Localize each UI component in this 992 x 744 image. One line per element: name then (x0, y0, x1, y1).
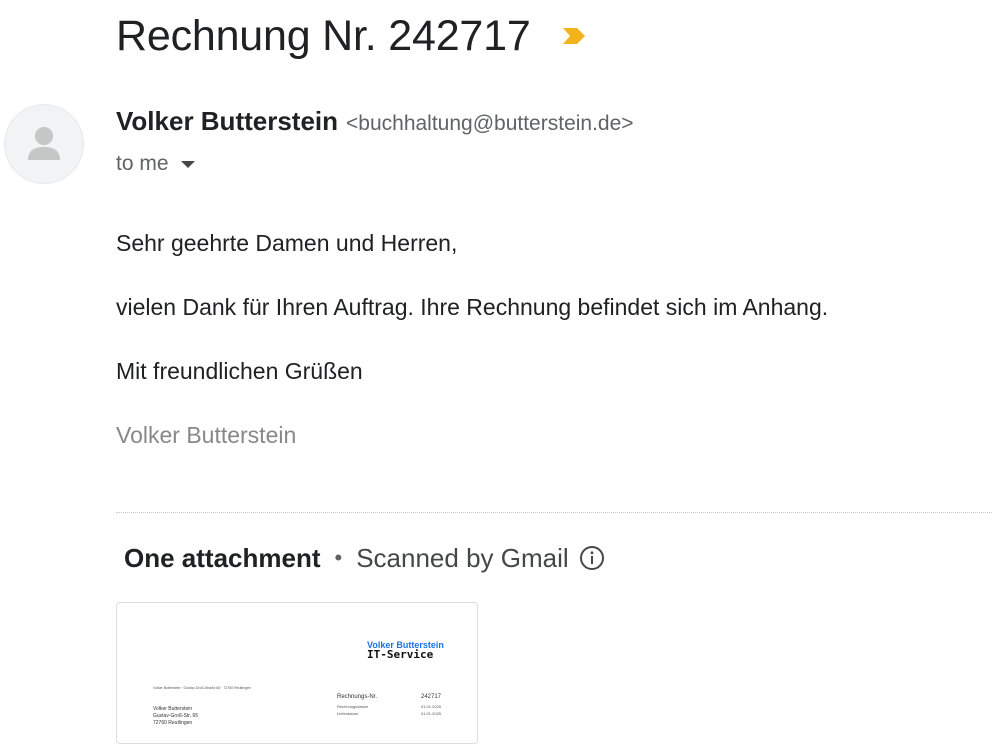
scan-status: Scanned by Gmail (356, 542, 569, 573)
preview-sender-line: Volker Butterstein · Gustav-Groß-Straße … (153, 686, 251, 690)
attachments-header: One attachment • Scanned by Gmail (124, 538, 605, 578)
preview-delivery-date: 01.01.2025 (421, 711, 442, 716)
preview-invoice-date-label: Rechnungsdatum (337, 704, 369, 709)
preview-invoice-number-label: Rechnungs-Nr. (337, 694, 378, 700)
preview-invoice-date: 01.01.2025 (421, 704, 442, 709)
preview-company-tagline: IT-Service (367, 648, 434, 661)
preview-address-line: Volker Butterstein (153, 706, 193, 712)
caret-down-icon[interactable] (180, 160, 195, 168)
default-person-icon (28, 127, 60, 160)
sender-name[interactable]: Volker Butterstein (116, 106, 338, 137)
sender-row: Volker Butterstein <buchhaltung@butterst… (116, 106, 634, 142)
preview-address-line: Gustav-Groß-Str. 65 (153, 713, 199, 719)
info-icon[interactable] (579, 545, 605, 571)
attachment-count: One attachment (124, 542, 321, 573)
attachment-separator: • (334, 545, 343, 570)
email-subject: Rechnung Nr. 242717 (116, 11, 531, 60)
recipient-details-toggle[interactable]: to me (116, 148, 195, 180)
importance-marker-icon[interactable] (561, 26, 587, 46)
attachments-divider (116, 512, 992, 513)
sender-avatar[interactable] (4, 104, 84, 184)
preview-address-line: 72760 Reutlingen (153, 720, 193, 726)
preview-invoice-number: 242717 (421, 694, 442, 700)
body-closing: Mit freundlichen Grüßen (116, 358, 363, 384)
body-signature: Volker Butterstein (116, 422, 297, 448)
body-message: vielen Dank für Ihren Auftrag. Ihre Rech… (116, 294, 829, 320)
attachment-thumbnail[interactable]: Volker Butterstein IT-Service Volker But… (116, 602, 478, 744)
preview-delivery-date-label: Lieferdatum (337, 711, 359, 716)
recipient-label: to me (116, 152, 169, 175)
sender-email: <buchhaltung@butterstein.de> (346, 112, 634, 135)
email-subject-row: Rechnung Nr. 242717 (116, 8, 587, 64)
body-greeting: Sehr geehrte Damen und Herren, (116, 230, 458, 256)
